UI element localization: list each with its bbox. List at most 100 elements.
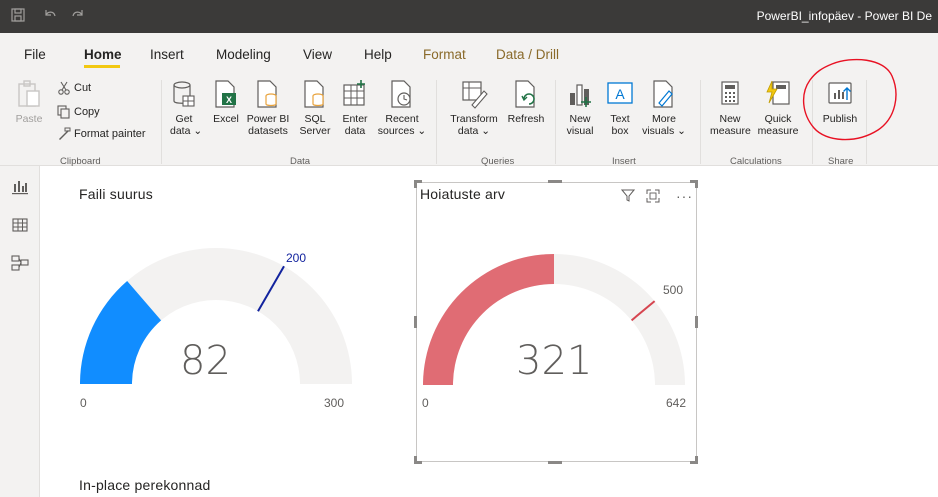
- format-painter-label: Format painter: [74, 128, 146, 140]
- resize-handle[interactable]: [414, 316, 417, 328]
- gauge1-title: Faili suurus: [79, 186, 153, 202]
- powerbi-datasets-label-2: datasets: [248, 125, 288, 137]
- filter-icon[interactable]: [620, 188, 636, 207]
- svg-text:X: X: [226, 95, 232, 105]
- gauge2-target-label: 500: [663, 283, 684, 297]
- view-switcher-pane: [0, 166, 40, 497]
- tab-data-drill[interactable]: Data / Drill: [496, 47, 559, 62]
- excel-icon: X: [215, 80, 236, 108]
- get-data-button[interactable]: Get data ⌄: [170, 79, 203, 137]
- redo-icon[interactable]: [70, 7, 88, 25]
- model-view-icon[interactable]: [11, 254, 29, 272]
- tab-insert[interactable]: Insert: [150, 47, 184, 62]
- powerbi-datasets-button[interactable]: Power BI datasets: [246, 79, 290, 137]
- new-measure-label-1: New: [719, 113, 741, 125]
- tab-file[interactable]: File: [24, 47, 46, 62]
- enter-data-label-2: data: [344, 125, 366, 137]
- bar-chart-icon: [570, 84, 591, 107]
- window-title: PowerBI_infopäev - Power BI De: [756, 9, 932, 23]
- calculator-icon: [721, 81, 739, 105]
- sql-server-label-2: Server: [299, 125, 331, 137]
- resize-handle[interactable]: [414, 456, 417, 464]
- more-visuals-button[interactable]: More visuals ⌄: [640, 79, 688, 137]
- get-data-label-1: Get: [175, 113, 193, 125]
- divider: [555, 80, 556, 164]
- excel-button[interactable]: X Excel: [211, 79, 241, 125]
- quick-measure-icon: [766, 80, 790, 105]
- text-box-label-1: Text: [610, 113, 630, 125]
- transform-data-label-2: data ⌄: [457, 125, 491, 137]
- recent-sources-button[interactable]: Recent sources ⌄: [376, 79, 428, 137]
- copy-label: Copy: [74, 106, 100, 118]
- more-options-icon[interactable]: ···: [676, 188, 693, 204]
- resize-handle[interactable]: [414, 180, 417, 188]
- more-visuals-label-2: visuals ⌄: [642, 125, 686, 137]
- divider: [700, 80, 701, 164]
- ribbon: Paste Cut Copy Format painter Clipboard …: [0, 58, 938, 167]
- database-icon: [173, 81, 195, 107]
- transform-data-label-1: Transform: [450, 113, 498, 125]
- new-measure-button[interactable]: New measure: [710, 79, 751, 137]
- tab-format[interactable]: Format: [423, 47, 466, 62]
- table1-title: In-place perekonnad: [79, 477, 211, 493]
- excel-label: Excel: [213, 113, 239, 125]
- tab-modeling[interactable]: Modeling: [216, 47, 271, 62]
- refresh-label: Refresh: [507, 113, 545, 125]
- recent-sources-icon: [391, 80, 411, 108]
- gauge1-min: 0: [80, 396, 87, 410]
- cut-button[interactable]: Cut: [57, 81, 91, 95]
- annotation-circle: [803, 58, 897, 141]
- gauge2-max: 642: [666, 396, 687, 410]
- resize-handle[interactable]: [695, 456, 698, 464]
- format-painter-button[interactable]: Format painter: [57, 127, 146, 141]
- more-visuals-icon: [653, 80, 673, 108]
- paste-icon: [18, 80, 40, 107]
- gauge1-value: 82: [180, 338, 231, 384]
- new-visual-label-2: visual: [566, 125, 594, 137]
- active-tab-indicator: [84, 65, 120, 68]
- resize-handle[interactable]: [695, 316, 698, 328]
- recent-sources-label-2: sources ⌄: [377, 125, 427, 137]
- paste-label: Paste: [15, 113, 43, 125]
- title-bar: PowerBI_infopäev - Power BI De: [0, 0, 938, 33]
- divider: [436, 80, 437, 164]
- refresh-icon: [515, 80, 535, 108]
- refresh-button[interactable]: Refresh: [506, 79, 546, 125]
- powerbi-datasets-label-1: Power BI: [246, 113, 290, 125]
- resize-handle[interactable]: [548, 180, 562, 183]
- tab-view[interactable]: View: [303, 47, 332, 62]
- transform-data-button[interactable]: Transform data ⌄: [446, 79, 502, 137]
- tab-help[interactable]: Help: [364, 47, 392, 62]
- divider: [161, 80, 162, 164]
- cut-label: Cut: [74, 82, 92, 94]
- enter-data-button[interactable]: Enter data: [340, 79, 370, 137]
- get-data-label-2: data ⌄: [170, 125, 203, 137]
- text-box-label-2: box: [611, 125, 629, 137]
- new-measure-label-2: measure: [710, 125, 751, 137]
- svg-text:A: A: [615, 86, 625, 102]
- resize-handle[interactable]: [695, 180, 698, 188]
- paste-button[interactable]: Paste: [14, 79, 44, 125]
- enter-data-label-1: Enter: [342, 113, 368, 125]
- tab-home[interactable]: Home: [84, 47, 122, 62]
- focus-mode-icon[interactable]: [646, 189, 660, 208]
- gauge1-max: 300: [324, 396, 345, 410]
- format-painter-icon: [59, 127, 71, 140]
- dataset-icon: [257, 80, 277, 108]
- copy-button[interactable]: Copy: [57, 105, 100, 119]
- gauge2-title: Hoiatuste arv: [420, 186, 506, 202]
- resize-handle[interactable]: [548, 461, 562, 464]
- new-visual-label-1: New: [569, 113, 591, 125]
- undo-icon[interactable]: [42, 7, 60, 25]
- save-icon[interactable]: [10, 7, 28, 25]
- sql-server-label-1: SQL: [304, 113, 326, 125]
- sql-server-button[interactable]: SQL Server: [298, 79, 332, 137]
- copy-icon: [57, 105, 70, 119]
- recent-sources-label-1: Recent: [385, 113, 419, 125]
- gauge2-value: 321: [516, 338, 593, 384]
- text-box-button[interactable]: A Text box: [604, 79, 636, 137]
- new-visual-button[interactable]: New visual: [564, 79, 596, 137]
- report-view-icon[interactable]: [11, 178, 29, 196]
- scissors-icon: [58, 81, 70, 95]
- data-view-icon[interactable]: [11, 216, 29, 234]
